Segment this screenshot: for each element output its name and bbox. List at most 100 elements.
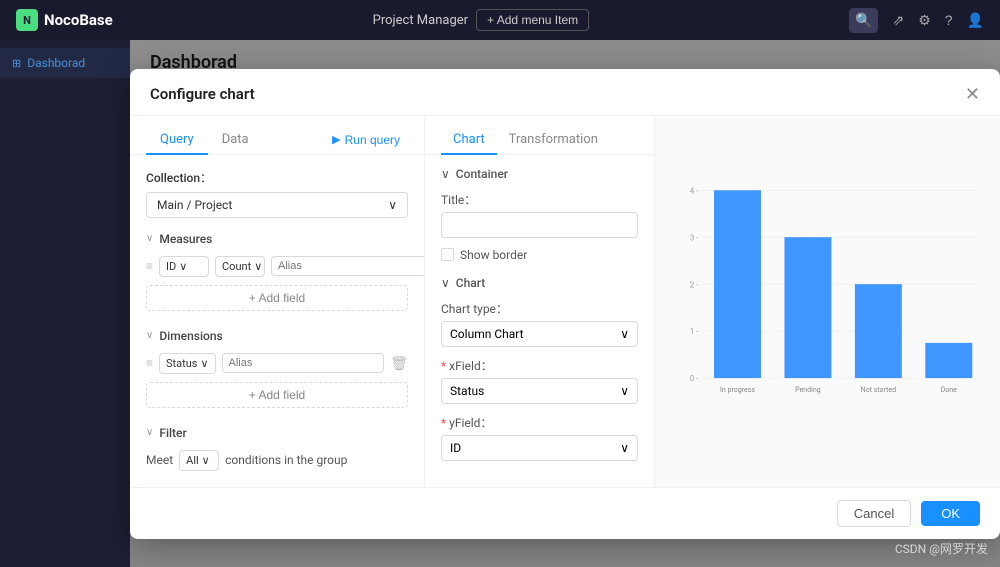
run-query-button[interactable]: ▶ Run query [324,129,408,151]
sidebar: ⊞ Dashborad [0,40,130,567]
filter-label: Filter [159,426,186,440]
measure-row: ≡ ID ∨ Count ∨ 🗑 [146,256,408,277]
dimensions-arrow-icon: ∨ [146,330,153,341]
top-nav: N NocoBase Project Manager + Add menu It… [0,0,1000,40]
conditions-label: conditions in the group [225,453,347,467]
configure-chart-modal: Configure chart ✕ Query Data [130,69,1000,539]
container-label: Container [456,167,508,181]
ok-button[interactable]: OK [921,501,980,526]
help-nav-icon[interactable]: ? [945,12,953,28]
chart-type-label: Chart type： [441,300,638,317]
config-tab-transformation[interactable]: Transformation [497,126,610,155]
chart-section: ∨ Chart Chart type： Column Chart ∨ [441,276,638,461]
bar-in-progress [714,190,761,378]
measures-add-field-label: + Add field [249,291,305,305]
query-panel: Query Data ▶ Run query [130,116,425,487]
xfield-select[interactable]: Status ∨ [441,378,638,404]
config-tabs: Chart Transformation [425,116,654,155]
title-input[interactable] [441,212,638,238]
dimension-field-chevron-icon: ∨ [200,357,208,370]
config-tab-chart[interactable]: Chart [441,126,497,155]
dimension-field-select[interactable]: Status ∨ [159,353,216,374]
show-border-label: Show border [460,248,527,262]
run-icon: ▶ [332,133,340,146]
nav-icons: 🔍 ⇗ ⚙ ? 👤 [849,8,984,33]
modal-header: Configure chart ✕ [130,69,1000,116]
yfield-chevron-icon: ∨ [620,441,629,455]
show-border-checkbox[interactable] [441,248,454,261]
search-nav-icon[interactable]: 🔍 [849,8,878,33]
query-panel-tabs: Query Data ▶ Run query [130,116,424,155]
dimensions-label: Dimensions [159,329,222,343]
collection-label: Collection： [146,169,408,186]
collection-select[interactable]: Main / Project ∨ [146,192,408,218]
nav-title: Project Manager [373,13,468,28]
add-menu-button[interactable]: + Add menu Item [476,9,589,31]
modal-overlay: Configure chart ✕ Query Data [130,40,1000,567]
settings-nav-icon[interactable]: ⚙ [918,12,931,29]
logo-icon: N [16,9,38,31]
measure-alias-input[interactable] [271,256,424,276]
chart-preview: 4 - 3 - 2 - 1 - 0 - [655,116,1000,487]
bar-pending [784,237,831,378]
xfield-required-mark: * [441,359,449,373]
dimension-alias-input[interactable] [222,353,385,373]
user-nav-icon[interactable]: 👤 [967,12,984,29]
svg-text:2 -: 2 - [690,280,699,289]
measures-add-field-button[interactable]: + Add field [146,285,408,311]
measure-field-chevron-icon: ∨ [179,260,187,273]
measure-agg-chevron-icon: ∨ [254,260,262,273]
svg-text:Not started: Not started [861,385,896,394]
query-content: Collection： Main / Project ∨ ∨ Measures [130,155,424,487]
container-section: ∨ Container Title： Show border [441,167,638,262]
xfield-value: Status [450,384,484,398]
yfield-field: * yField： ID ∨ [441,414,638,461]
config-content: ∨ Container Title： Show border [425,155,654,487]
measure-agg-select[interactable]: Count ∨ [215,256,265,277]
sidebar-item-dashborad[interactable]: ⊞ Dashborad [0,48,130,78]
run-query-label: Run query [345,133,400,147]
xfield-field: * xField： Status ∨ [441,357,638,404]
xfield-chevron-icon: ∨ [620,384,629,398]
tab-query[interactable]: Query [146,126,208,155]
chart-section-header: ∨ Chart [441,276,638,290]
chart-type-select[interactable]: Column Chart ∨ [441,321,638,347]
tab-data[interactable]: Data [208,126,263,155]
modal-close-button[interactable]: ✕ [965,85,980,103]
sidebar-item-label: Dashborad [27,56,85,70]
modal-title: Configure chart [150,85,255,103]
measure-field-select[interactable]: ID ∨ [159,256,209,277]
filter-all-chevron-icon: ∨ [202,454,210,467]
container-section-header: ∨ Container [441,167,638,181]
measure-agg-value: Count [222,260,251,273]
chart-type-value: Column Chart [450,327,524,341]
chart-config-panel: Chart Transformation ∨ Contai [425,116,655,487]
chart-section-label: Chart [456,276,486,290]
bar-chart: 4 - 3 - 2 - 1 - 0 - [671,132,984,452]
title-label: Title： [441,191,638,208]
cancel-button[interactable]: Cancel [837,500,911,527]
watermark: CSDN @网罗开发 [895,540,988,557]
filter-row: Meet All ∨ conditions in the group [146,450,408,471]
yfield-select[interactable]: ID ∨ [441,435,638,461]
filter-section-header: ∨ Filter [146,426,408,440]
yfield-value: ID [450,441,461,455]
dim-drag-handle-icon[interactable]: ≡ [146,356,153,370]
svg-text:In progress: In progress [720,385,755,394]
svg-text:1 -: 1 - [690,327,699,336]
filter-all-value: All [186,454,199,467]
layout: ⊞ Dashborad Dashborad Configure chart ✕ [0,40,1000,567]
dimensions-add-field-button[interactable]: + Add field [146,382,408,408]
meet-label: Meet [146,453,173,467]
dimension-delete-button[interactable]: 🗑 [390,355,408,372]
add-menu-label: + Add menu Item [487,13,578,27]
show-border-row: Show border [441,248,638,262]
svg-text:Pending: Pending [795,385,821,394]
share-nav-icon[interactable]: ⇗ [892,12,904,29]
dimension-row: ≡ Status ∨ 🗑 [146,353,408,374]
title-field: Title： [441,191,638,238]
yfield-required-mark: * [441,416,449,430]
filter-all-select[interactable]: All ∨ [179,450,219,471]
drag-handle-icon[interactable]: ≡ [146,259,153,273]
yfield-label: * yField： [441,414,638,431]
